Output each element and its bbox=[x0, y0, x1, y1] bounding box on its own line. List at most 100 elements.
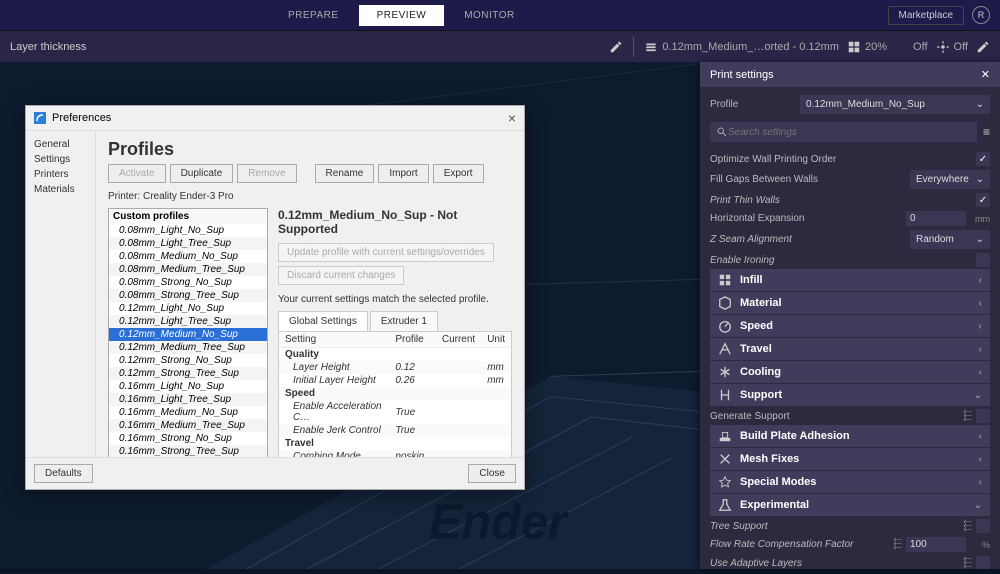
settings-table[interactable]: SettingProfileCurrentUnit QualityLayer H… bbox=[278, 332, 512, 457]
section-travel[interactable]: Travel‹ bbox=[710, 338, 990, 360]
profile-list-item[interactable]: 0.16mm_Light_Tree_Sup bbox=[109, 393, 267, 406]
ironing-checkbox[interactable] bbox=[976, 253, 990, 267]
chevron-down-icon: ⌄ bbox=[976, 99, 984, 110]
profile-list-item[interactable]: 0.08mm_Medium_Tree_Sup bbox=[109, 263, 267, 276]
section-speed[interactable]: Speed‹ bbox=[710, 315, 990, 337]
table-row[interactable]: Speed bbox=[279, 387, 511, 400]
section-mesh_fixes[interactable]: Mesh Fixes‹ bbox=[710, 448, 990, 470]
profile-summary-text: 0.12mm_Medium_…orted - 0.12mm bbox=[662, 41, 839, 53]
profile-list-item[interactable]: 0.16mm_Strong_Tree_Sup bbox=[109, 445, 267, 457]
special_modes-icon bbox=[718, 475, 732, 489]
export-button[interactable]: Export bbox=[433, 164, 484, 183]
pencil-icon[interactable] bbox=[609, 40, 623, 54]
hamburger-icon[interactable]: ≡ bbox=[983, 125, 990, 139]
print-thin-checkbox[interactable]: ✓ bbox=[976, 193, 990, 207]
tab-global-settings[interactable]: Global Settings bbox=[278, 311, 368, 331]
table-row[interactable]: Combing Modenoskin bbox=[279, 450, 511, 457]
link-icon[interactable]: ⬱ bbox=[963, 410, 972, 423]
tab-prepare[interactable]: PREPARE bbox=[270, 5, 357, 26]
search-input-wrapper bbox=[710, 122, 977, 142]
sidebar-item-printers[interactable]: Printers bbox=[30, 167, 91, 182]
search-input[interactable] bbox=[728, 127, 971, 138]
print-settings-panel: Print settings ✕ Profile 0.12mm_Medium_N… bbox=[700, 62, 1000, 569]
close-icon[interactable]: ✕ bbox=[981, 68, 990, 81]
profile-list-item[interactable]: 0.08mm_Light_Tree_Sup bbox=[109, 237, 267, 250]
travel-icon bbox=[718, 342, 732, 356]
link-icon[interactable]: ⬱ bbox=[893, 538, 902, 551]
profile-list-item[interactable]: 0.16mm_Light_No_Sup bbox=[109, 380, 267, 393]
user-avatar[interactable]: R bbox=[972, 6, 990, 24]
custom-profiles-header: Custom profiles bbox=[109, 209, 267, 224]
flow_rate-input[interactable] bbox=[906, 537, 966, 552]
profile-list-item[interactable]: 0.12mm_Medium_Tree_Sup bbox=[109, 341, 267, 354]
discard-changes-button[interactable]: Discard current changes bbox=[278, 266, 404, 285]
layers-icon bbox=[644, 40, 658, 54]
section-cooling[interactable]: Cooling‹ bbox=[710, 361, 990, 383]
profile-summary[interactable]: 0.12mm_Medium_…orted - 0.12mm bbox=[644, 40, 839, 54]
profile-list-item[interactable]: 0.16mm_Strong_No_Sup bbox=[109, 432, 267, 445]
marketplace-button[interactable]: Marketplace bbox=[888, 6, 964, 25]
profile-list-item[interactable]: 0.12mm_Medium_No_Sup bbox=[109, 328, 267, 341]
chevron-icon: ‹ bbox=[979, 344, 982, 355]
setting-z-seam: Z Seam Alignment bbox=[710, 234, 910, 245]
horiz-exp-input[interactable] bbox=[906, 211, 966, 226]
cooling-icon bbox=[718, 365, 732, 379]
table-row[interactable]: Enable Jerk ControlTrue bbox=[279, 424, 511, 437]
profile-list[interactable]: Custom profiles 0.08mm_Light_No_Sup0.08m… bbox=[108, 208, 268, 457]
profile-list-item[interactable]: 0.16mm_Medium_No_Sup bbox=[109, 406, 267, 419]
table-row[interactable]: Travel bbox=[279, 437, 511, 450]
close-button[interactable]: Close bbox=[468, 464, 516, 483]
tab-extruder-1[interactable]: Extruder 1 bbox=[370, 311, 438, 331]
tab-preview[interactable]: PREVIEW bbox=[359, 5, 445, 26]
table-row[interactable]: Quality bbox=[279, 348, 511, 362]
close-icon[interactable]: × bbox=[508, 110, 516, 126]
rename-button[interactable]: Rename bbox=[315, 164, 375, 183]
defaults-button[interactable]: Defaults bbox=[34, 464, 93, 483]
sidebar-item-materials[interactable]: Materials bbox=[30, 182, 91, 197]
generate-support-checkbox[interactable] bbox=[976, 409, 990, 423]
adhesion-summary[interactable]: Off bbox=[936, 40, 968, 54]
adaptive_layers-checkbox[interactable] bbox=[976, 556, 990, 569]
infill-summary[interactable]: 20% bbox=[847, 40, 887, 54]
sidebar-item-settings[interactable]: Settings bbox=[30, 152, 91, 167]
profile-select[interactable]: 0.12mm_Medium_No_Sup ⌄ bbox=[800, 95, 990, 114]
tab-monitor[interactable]: MONITOR bbox=[446, 5, 533, 26]
pencil-icon[interactable] bbox=[976, 40, 990, 54]
profile-list-item[interactable]: 0.16mm_Medium_Tree_Sup bbox=[109, 419, 267, 432]
duplicate-button[interactable]: Duplicate bbox=[170, 164, 234, 183]
section-bpa[interactable]: Build Plate Adhesion‹ bbox=[710, 425, 990, 447]
section-material[interactable]: Material‹ bbox=[710, 292, 990, 314]
section-special_modes[interactable]: Special Modes‹ bbox=[710, 471, 990, 493]
update-profile-button[interactable]: Update profile with current settings/ove… bbox=[278, 243, 494, 262]
tree_support-checkbox[interactable] bbox=[976, 519, 990, 533]
profile-list-item[interactable]: 0.08mm_Light_No_Sup bbox=[109, 224, 267, 237]
optimize-wall-checkbox[interactable]: ✓ bbox=[976, 152, 990, 166]
section-support[interactable]: Support⌄ bbox=[710, 384, 990, 406]
profile-list-item[interactable]: 0.12mm_Light_Tree_Sup bbox=[109, 315, 267, 328]
section-experimental[interactable]: Experimental⌄ bbox=[710, 494, 990, 516]
link-icon[interactable]: ⬱ bbox=[963, 557, 972, 570]
profile-list-item[interactable]: 0.12mm_Strong_No_Sup bbox=[109, 354, 267, 367]
activate-button[interactable]: Activate bbox=[108, 164, 166, 183]
top-nav: PREPARE PREVIEW MONITOR Marketplace R bbox=[0, 0, 1000, 30]
table-row[interactable]: Layer Height0.12mm bbox=[279, 361, 511, 374]
import-button[interactable]: Import bbox=[378, 164, 428, 183]
link-icon[interactable]: ⬱ bbox=[963, 520, 972, 533]
profile-list-item[interactable]: 0.12mm_Light_No_Sup bbox=[109, 302, 267, 315]
sidebar-item-general[interactable]: General bbox=[30, 137, 91, 152]
profile-list-item[interactable]: 0.08mm_Medium_No_Sup bbox=[109, 250, 267, 263]
section-infill[interactable]: Infill‹ bbox=[710, 269, 990, 291]
remove-button[interactable]: Remove bbox=[237, 164, 296, 183]
mesh_fixes-icon bbox=[718, 452, 732, 466]
table-row[interactable]: Initial Layer Height0.26mm bbox=[279, 374, 511, 387]
z-seam-select[interactable]: Random ⌄ bbox=[910, 230, 990, 249]
profile-list-item[interactable]: 0.12mm_Strong_Tree_Sup bbox=[109, 367, 267, 380]
profile-list-item[interactable]: 0.08mm_Strong_Tree_Sup bbox=[109, 289, 267, 302]
table-row[interactable]: Enable Acceleration C…True bbox=[279, 400, 511, 424]
profile-list-item[interactable]: 0.08mm_Strong_No_Sup bbox=[109, 276, 267, 289]
chevron-icon: ‹ bbox=[979, 275, 982, 286]
setting-tree_support: Tree Support bbox=[710, 521, 963, 532]
chevron-down-icon: ⌄ bbox=[976, 174, 984, 185]
support-summary[interactable]: Off bbox=[895, 40, 927, 54]
fill-gaps-select[interactable]: Everywhere ⌄ bbox=[910, 170, 990, 189]
